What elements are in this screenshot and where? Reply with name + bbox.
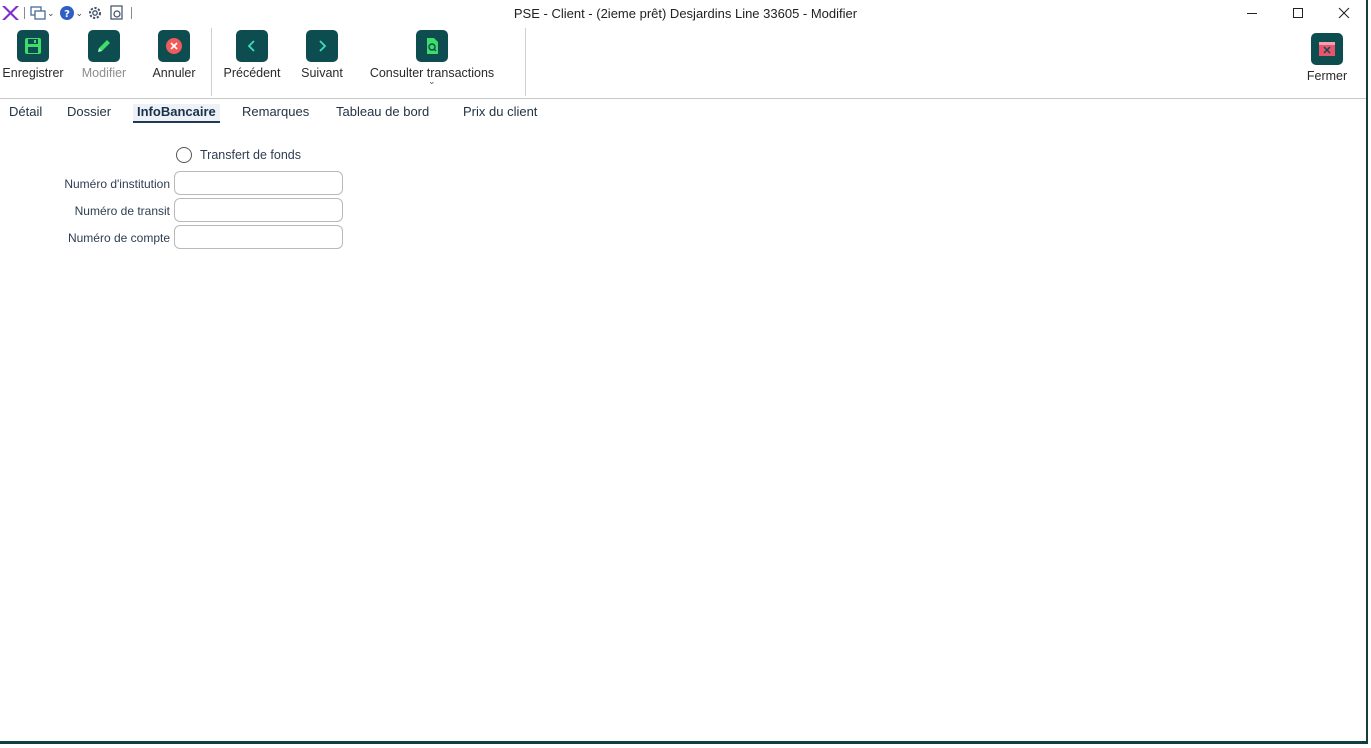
consult-transactions-button[interactable]: Consulter transactions [366,30,498,80]
next-label: Suivant [301,66,343,80]
institution-number-input[interactable] [174,171,343,195]
ribbon-toolbar: Enregistrer Modifier Annuler Précédent S… [0,28,1367,99]
account-number-label: Numéro de compte [67,231,170,245]
chevron-left-icon [236,30,268,62]
close-button[interactable]: Fermer [1302,33,1352,83]
document-search-icon [416,30,448,62]
next-button[interactable]: Suivant [297,30,347,80]
modify-label: Modifier [81,66,127,80]
close-label: Fermer [1306,69,1348,83]
tab-remarques[interactable]: Remarques [242,104,309,122]
minimize-button[interactable] [1229,0,1275,26]
fund-transfer-option[interactable]: Transfert de fonds [176,147,301,163]
cancel-label: Annuler [152,66,196,80]
tab-prix-du-client[interactable]: Prix du client [463,104,537,122]
cancel-button[interactable]: Annuler [148,30,200,80]
modify-button[interactable]: Modifier [76,30,132,80]
close-window-button[interactable] [1321,0,1367,26]
previous-button[interactable]: Précédent [221,30,283,80]
save-button[interactable]: Enregistrer [1,30,65,80]
maximize-button[interactable] [1275,0,1321,26]
save-label: Enregistrer [2,66,64,80]
chevron-right-icon [306,30,338,62]
account-number-input[interactable] [174,225,343,249]
transit-number-label: Numéro de transit [74,204,170,218]
window-border-right [1366,0,1368,748]
tab-infobancaire[interactable]: InfoBancaire [133,104,220,123]
window-title: PSE - Client - (2ieme prêt) Desjardins L… [513,6,858,21]
tab-tableau-de-bord[interactable]: Tableau de bord [336,104,429,122]
close-window-icon [1311,33,1343,65]
close-icon [1338,7,1350,19]
title-bar: ⌄ ? ⌄ PSE - Client - (2ieme prêt) Desjar… [0,0,1371,28]
fund-transfer-radio[interactable] [176,147,192,163]
cancel-icon [158,30,190,62]
window-border-bottom [0,741,1368,748]
chevron-down-icon[interactable]: ⌄ [428,76,436,87]
previous-label: Précédent [223,66,281,80]
pencil-icon [88,30,120,62]
fund-transfer-label: Transfert de fonds [200,148,301,162]
ribbon-divider [211,28,212,96]
save-icon [17,30,49,62]
institution-number-label: Numéro d'institution [64,177,170,191]
tab-dossier[interactable]: Dossier [67,104,111,122]
tab-detail[interactable]: Détail [9,104,42,122]
ribbon-divider [525,28,526,96]
minimize-icon [1247,13,1257,14]
maximize-icon [1293,8,1303,18]
transit-number-input[interactable] [174,198,343,222]
window-controls [1229,0,1367,28]
